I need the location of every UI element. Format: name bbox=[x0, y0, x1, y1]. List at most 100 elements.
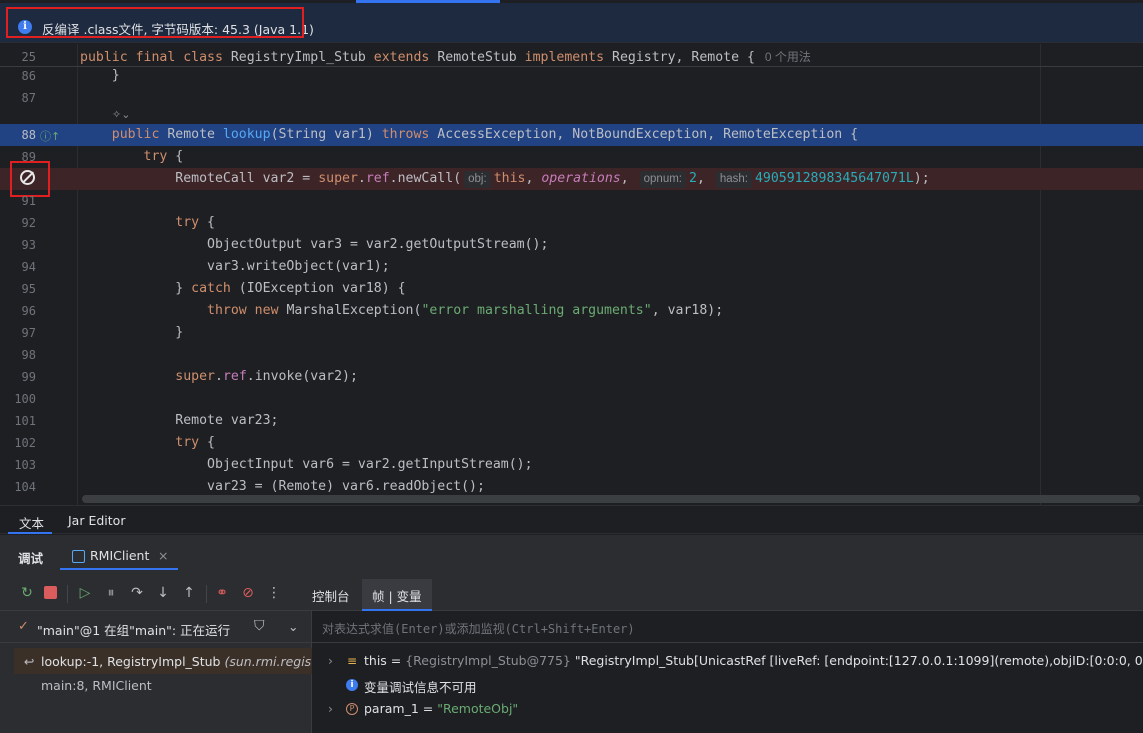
stop-icon[interactable] bbox=[44, 586, 57, 599]
pause-icon[interactable]: ⏸ bbox=[103, 585, 119, 601]
code-line[interactable]: 87 bbox=[0, 87, 1143, 109]
implements-icon[interactable]: ⓘ↑ bbox=[40, 128, 60, 144]
code-text: try { bbox=[143, 149, 184, 164]
tab-label: 帧 | 变量 bbox=[372, 589, 422, 604]
tab-text[interactable]: 文本 bbox=[19, 513, 44, 532]
code-line[interactable]: 96 throw new MarshalException("error mar… bbox=[0, 300, 1143, 322]
stack-frame-selected[interactable]: ↩ lookup:-1, RegistryImpl_Stub (sun.rmi.… bbox=[14, 648, 334, 674]
debug-header: 调试 RMIClient × bbox=[0, 535, 1143, 575]
info-icon: i bbox=[346, 679, 358, 691]
resume-icon[interactable]: ▷ bbox=[77, 585, 93, 601]
code-line[interactable]: 97 } bbox=[0, 322, 1143, 344]
parameter-icon: P bbox=[346, 703, 358, 715]
variables-pane: 对表达式求值(Enter)或添加监视(Ctrl+Shift+Enter) › ≡… bbox=[312, 611, 1143, 733]
line-number: 98 bbox=[21, 348, 36, 362]
code-line[interactable]: 86 } bbox=[0, 65, 1143, 87]
code-text: } bbox=[80, 325, 184, 340]
tab-frames-variables[interactable]: 帧 | 变量 bbox=[362, 579, 432, 611]
step-over-icon[interactable]: ↷ bbox=[129, 585, 145, 601]
code-line[interactable]: 103 ObjectInput var6 = var2.getInputStre… bbox=[0, 454, 1143, 476]
code-line[interactable]: 95 } catch (IOException var18) { bbox=[0, 278, 1143, 300]
field-icon: ≡ bbox=[347, 654, 358, 668]
variable-row[interactable]: › ≡ this = {RegistryImpl_Stub@775} "Regi… bbox=[312, 649, 1143, 673]
more-icon[interactable]: ⋮ bbox=[266, 585, 282, 601]
code-editor[interactable]: 25 public final class RegistryImpl_Stub … bbox=[0, 44, 1143, 505]
check-icon: ✓ bbox=[18, 619, 29, 634]
literal: 2 bbox=[689, 171, 697, 186]
code-line[interactable]: 94 var3.writeObject(var1); bbox=[0, 256, 1143, 278]
mute-breakpoints-icon[interactable]: ⊘ bbox=[240, 585, 256, 601]
line-number: 101 bbox=[14, 414, 36, 428]
code-line[interactable]: 102 try { bbox=[0, 432, 1143, 454]
code-line[interactable]: 93 ObjectOutput var3 = var2.getOutputStr… bbox=[0, 234, 1143, 256]
filter-icon[interactable]: ⛉ bbox=[254, 618, 265, 634]
chevron-right-icon[interactable]: › bbox=[328, 653, 333, 668]
line-number: 99 bbox=[21, 370, 36, 384]
rerun-icon[interactable]: ↻ bbox=[19, 585, 35, 601]
thread-label: "main"@1 在组"main": 正在运行 bbox=[37, 623, 231, 638]
variable-row[interactable]: › P param_1 = "RemoteObj" bbox=[312, 697, 1143, 721]
code-text: ObjectInput var6 = var2.getInputStream()… bbox=[80, 457, 533, 472]
chevron-down-icon[interactable]: ⌄ bbox=[288, 619, 298, 634]
literal: 4905912898345647071L bbox=[754, 171, 914, 186]
tab-console[interactable]: 控制台 bbox=[312, 586, 350, 605]
code-text: } catch (IOException var18) { bbox=[80, 281, 406, 296]
horizontal-scrollbar[interactable] bbox=[82, 495, 1140, 503]
code-text: try { bbox=[175, 435, 215, 450]
tab-jar-editor[interactable]: Jar Editor bbox=[68, 513, 125, 528]
return-icon: ↩ bbox=[24, 654, 35, 669]
line-number: 94 bbox=[21, 260, 36, 274]
line-number: 88 bbox=[21, 128, 36, 142]
code-text: super.ref.invoke(var2); bbox=[175, 369, 358, 384]
param-hint: opnum: bbox=[639, 171, 686, 188]
code-text: } bbox=[80, 68, 120, 83]
code-line[interactable]: 98 bbox=[0, 344, 1143, 366]
line-number: 102 bbox=[14, 436, 36, 450]
code-line[interactable]: 101 Remote var23; bbox=[0, 410, 1143, 432]
view-breakpoints-icon[interactable]: ⚭ bbox=[214, 585, 230, 601]
evaluate-expression-input[interactable]: 对表达式求值(Enter)或添加监视(Ctrl+Shift+Enter) bbox=[312, 611, 1143, 643]
code-text: Remote var23; bbox=[80, 413, 279, 428]
annotation-box-banner bbox=[6, 7, 304, 38]
close-icon[interactable]: × bbox=[158, 548, 168, 563]
frame-label: lookup:-1, RegistryImpl_Stub (sun.rmi.re… bbox=[41, 654, 334, 669]
line-number: 100 bbox=[14, 392, 36, 406]
usages-hint[interactable]: 0 个用法 bbox=[765, 50, 811, 64]
code-line[interactable]: 99 super.ref.invoke(var2); bbox=[0, 366, 1143, 388]
line-number: 87 bbox=[21, 91, 36, 105]
debug-toolbar: ↻ ▷ ⏸ ↷ ↓ ↑ ⚭ ⊘ ⋮ 控制台 帧 | 变量 bbox=[0, 575, 1143, 611]
frames-pane: ✓ "main"@1 在组"main": 正在运行 ⛉ ⌄ ↩ lookup:-… bbox=[0, 611, 334, 733]
session-tab-rmiclient[interactable]: RMIClient × bbox=[60, 540, 180, 570]
code-text: var3.writeObject(var1); bbox=[80, 259, 390, 274]
variable-info-row: i 变量调试信息不可用 bbox=[312, 673, 1143, 697]
code-text: throw new MarshalException("error marsha… bbox=[207, 303, 724, 318]
ai-assist-icon[interactable]: ✧⌄ bbox=[112, 108, 130, 121]
line-number: 91 bbox=[21, 194, 36, 208]
active-tab-underline bbox=[8, 532, 52, 534]
step-into-icon[interactable]: ↓ bbox=[155, 585, 171, 601]
param-hint: obj: bbox=[464, 171, 491, 188]
code-text: try { bbox=[175, 215, 215, 230]
line-number: 95 bbox=[21, 282, 36, 296]
chevron-right-icon[interactable]: › bbox=[328, 701, 333, 716]
thread-selector[interactable]: ✓ "main"@1 在组"main": 正在运行 ⛉ ⌄ bbox=[0, 611, 312, 643]
line-number: 93 bbox=[21, 238, 36, 252]
code-line[interactable]: 91 bbox=[0, 190, 1143, 212]
run-config-icon bbox=[72, 550, 85, 563]
step-out-icon[interactable]: ↑ bbox=[181, 585, 197, 601]
line-number: 92 bbox=[21, 216, 36, 230]
code-line[interactable]: 92 try { bbox=[0, 212, 1143, 234]
code-line-current[interactable]: 88 public Remote lookup(String var1) thr… bbox=[0, 124, 1143, 146]
code-line[interactable]: 100 bbox=[0, 388, 1143, 410]
editor-mode-tabs: 文本 Jar Editor bbox=[0, 505, 1143, 534]
line-number: 97 bbox=[21, 326, 36, 340]
code-line-breakpoint[interactable]: RemoteCall var2 = super.ref.newCall(obj:… bbox=[0, 168, 1143, 190]
line-number: 104 bbox=[14, 480, 36, 494]
session-label: RMIClient bbox=[90, 548, 150, 563]
code-text: ObjectOutput var3 = var2.getOutputStream… bbox=[80, 237, 549, 252]
eval-placeholder: 对表达式求值(Enter)或添加监视(Ctrl+Shift+Enter) bbox=[322, 622, 635, 636]
code-line[interactable]: 89 try { bbox=[0, 146, 1143, 168]
string-literal: "error marshalling arguments" bbox=[421, 303, 652, 318]
stack-frame[interactable]: main:8, RMIClient bbox=[41, 678, 152, 693]
active-tab-underline bbox=[60, 568, 178, 570]
